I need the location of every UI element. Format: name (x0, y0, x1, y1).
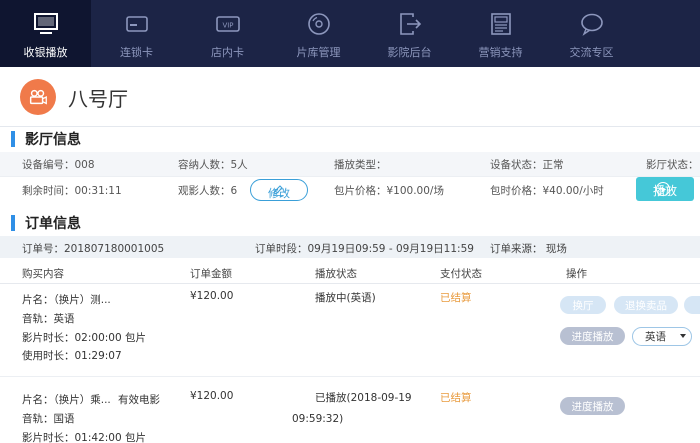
vip-card-icon: VIP (213, 10, 243, 38)
hall-info-heading: 影厅信息 (0, 128, 700, 152)
nav-item-chain-card[interactable]: 连锁卡 (91, 0, 182, 67)
svg-text:VIP: VIP (222, 22, 233, 30)
nav-label: 连锁卡 (120, 46, 153, 59)
pay-status: 已结算 (440, 292, 472, 304)
play-status: 已播放(2018-09-19 (315, 392, 412, 404)
column-header: 播放状态 (315, 268, 357, 280)
button-label: 换厅 (572, 299, 594, 312)
hall-status: 影厅状态： (646, 159, 699, 171)
section-accent-bar (11, 131, 15, 147)
nav-item-film-library[interactable]: 片库管理 (273, 0, 364, 67)
column-header: 支付状态 (440, 268, 482, 280)
change-hall-button[interactable]: 换厅 (560, 296, 606, 314)
button-label: 进度播放 (571, 400, 614, 413)
section-title: 订单信息 (25, 216, 81, 232)
play-status-time: 09:59:32) (292, 413, 344, 425)
play-label: 播放 (652, 184, 677, 198)
play-button[interactable]: 播放 (636, 177, 694, 201)
play-type: 播放类型： (334, 159, 387, 171)
progress-play-button[interactable]: 进度播放 (560, 327, 625, 345)
valid-film-tag: 有效电影 (118, 394, 160, 406)
order-amount: ¥120.00 (190, 390, 234, 402)
disc-icon (304, 10, 334, 38)
language-value: 英语 (645, 331, 666, 343)
divider (0, 176, 700, 177)
order-amount: ¥120.00 (190, 290, 234, 302)
nav-label: 收银播放 (23, 46, 68, 59)
nav-label: 片库管理 (296, 46, 341, 59)
nav-label: 交流专区 (569, 46, 614, 59)
hall-header: 八号厅 (0, 67, 700, 127)
column-header: 购买内容 (22, 268, 64, 280)
order-info-heading: 订单信息 (0, 212, 700, 236)
order-period: 订单时段：09月19日09:59 - 09月19日11:59 (255, 243, 474, 255)
used-duration: 使用时长：01:29:07 (22, 350, 122, 362)
nav-item-marketing[interactable]: 营销支持 (455, 0, 546, 67)
divider (0, 376, 700, 377)
audio-track: 音轨：国语 (22, 413, 75, 425)
play-status: 播放中(英语) (315, 292, 376, 304)
order-table-header: 购买内容 订单金额 播放状态 支付状态 操作 (0, 262, 700, 284)
package-price: 包片价格：¥100.00/场 (334, 185, 444, 197)
section-title: 影厅信息 (25, 132, 81, 148)
remaining-time: 剩余时间：00:31:11 (22, 185, 122, 197)
refund-goods-button[interactable]: 退换卖品 (614, 296, 678, 314)
top-nav: 收银播放 连锁卡 VIP 店内卡 片库管理 影院后台 营销支持 交流专区 (0, 0, 700, 67)
nav-label: 影院后台 (387, 46, 432, 59)
order-source: 订单来源： 现场 (490, 243, 567, 255)
section-accent-bar (11, 215, 15, 231)
card-icon (122, 10, 152, 38)
nav-item-forum[interactable]: 交流专区 (546, 0, 637, 67)
hall-info-row-1: 设备编号：008 容纳人数：5人 播放类型： 设备状态：正常 影厅状态： (0, 152, 700, 176)
pay-status: 已结算 (440, 392, 472, 404)
camera-icon (20, 79, 56, 115)
audio-track: 音轨：英语 (22, 313, 75, 325)
hourly-price: 包时价格：¥40.00/小时 (490, 185, 604, 197)
button-label: 进度播放 (571, 330, 614, 343)
more-action-button[interactable] (684, 296, 700, 314)
order-meta-row: 订单号：201807180001005 订单时段：09月19日09:59 - 0… (0, 236, 700, 258)
edit-button[interactable]: 修改 (250, 179, 308, 201)
chat-icon (577, 10, 607, 38)
film-duration: 影片时长：01:42:00 包片 (22, 432, 146, 443)
device-status: 设备状态：正常 (490, 159, 564, 171)
nav-item-store-card[interactable]: VIP 店内卡 (182, 0, 273, 67)
device-number: 设备编号：008 (22, 159, 95, 171)
film-name: 片名：（换片）测... (22, 294, 111, 306)
chevron-down-icon (680, 334, 686, 338)
button-label: 退换卖品 (625, 299, 667, 312)
film-name: 片名：（换片）乘... (22, 394, 111, 406)
nav-label: 店内卡 (211, 46, 244, 59)
nav-item-cashier-play[interactable]: 收银播放 (0, 0, 91, 67)
nav-item-cinema-backend[interactable]: 影院后台 (364, 0, 455, 67)
column-header: 操作 (566, 268, 587, 280)
hall-title: 八号厅 (68, 87, 128, 111)
nav-label: 营销支持 (478, 46, 523, 59)
language-select[interactable]: 英语 (632, 327, 692, 346)
monitor-icon (31, 10, 61, 38)
hall-info-row-2: 剩余时间：00:31:11 观影人数：6 修改 包片价格：¥100.00/场 包… (0, 177, 700, 202)
edit-label: 修改 (268, 187, 290, 200)
viewer-count: 观影人数：6 (178, 185, 238, 197)
exit-icon (395, 10, 425, 38)
progress-play-button[interactable]: 进度播放 (560, 397, 625, 415)
capacity: 容纳人数：5人 (178, 159, 248, 171)
film-duration: 影片时长：02:00:00 包片 (22, 332, 146, 344)
column-header: 订单金额 (190, 268, 232, 280)
order-number: 订单号：201807180001005 (22, 243, 165, 255)
newspaper-icon (486, 10, 516, 38)
